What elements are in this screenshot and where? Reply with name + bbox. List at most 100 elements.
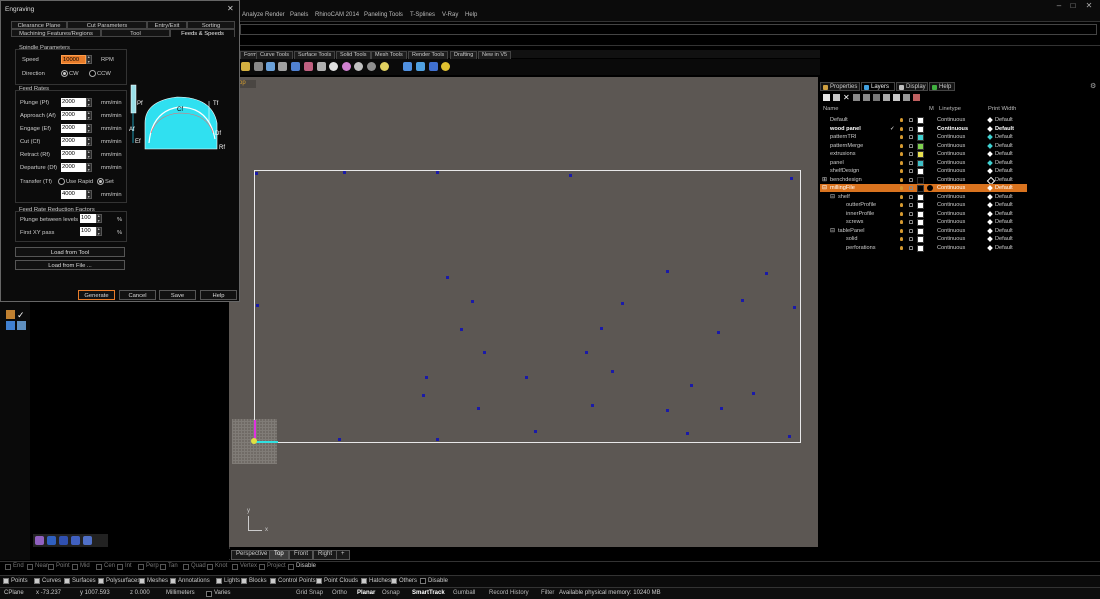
feed-spinner[interactable] — [86, 124, 92, 133]
tool-icon[interactable] — [6, 310, 15, 319]
analyze-icon[interactable] — [403, 62, 412, 71]
status-toggle[interactable]: Grid Snap — [296, 590, 323, 596]
load-from-file-button[interactable]: Load from File ... — [15, 260, 125, 270]
lock-icon[interactable] — [909, 245, 913, 250]
tab-drafting[interactable]: Drafting — [450, 51, 478, 59]
layer-row[interactable]: ⊟ tablePanel Continuous Default — [820, 227, 1027, 235]
tab-feeds-speeds[interactable]: Feeds & Speeds — [170, 29, 235, 37]
visibility-bulb-icon[interactable] — [900, 177, 903, 182]
filter-checkbox[interactable] — [241, 578, 247, 584]
layer-color-swatch[interactable] — [917, 151, 924, 158]
point[interactable] — [752, 392, 755, 395]
tool-c-icon[interactable] — [59, 536, 68, 545]
layer-linetype[interactable]: Continuous — [937, 142, 965, 150]
light-icon[interactable] — [380, 62, 389, 71]
tab-tool[interactable]: Tool — [101, 29, 170, 37]
filter-checkbox[interactable] — [270, 578, 276, 584]
status-toggle[interactable]: Gumball — [453, 590, 475, 596]
filter-checkbox[interactable] — [34, 578, 40, 584]
layer-linetype[interactable]: Continuous — [937, 218, 965, 226]
tools-icon[interactable] — [903, 94, 910, 101]
layer-row[interactable]: screws Continuous Default — [820, 218, 1027, 226]
feed-spinner[interactable] — [86, 111, 92, 120]
layer-print-width[interactable]: Default — [995, 142, 1013, 150]
layer-color-swatch[interactable] — [917, 193, 924, 201]
layer-color-swatch[interactable] — [917, 219, 924, 226]
zoom-icon[interactable] — [17, 321, 26, 330]
point[interactable] — [717, 331, 720, 334]
environment-icon[interactable] — [367, 62, 376, 71]
transfer-spinner[interactable] — [86, 190, 92, 199]
tool-e-icon[interactable] — [83, 536, 92, 545]
layer-color-swatch[interactable] — [917, 210, 924, 218]
visibility-bulb-icon[interactable] — [900, 237, 903, 241]
point[interactable] — [569, 174, 572, 177]
visibility-bulb-icon[interactable] — [900, 186, 903, 190]
point[interactable] — [788, 435, 791, 438]
point[interactable] — [793, 306, 796, 309]
point[interactable] — [471, 300, 474, 303]
feed-spinner[interactable] — [86, 150, 92, 159]
visibility-bulb-icon[interactable] — [900, 126, 903, 131]
speed-spinner[interactable] — [86, 55, 92, 64]
lock-icon[interactable] — [909, 220, 913, 224]
layer-print-width[interactable]: Default — [995, 116, 1013, 124]
lock-icon[interactable] — [909, 126, 913, 131]
point[interactable] — [686, 432, 689, 435]
set-radio[interactable] — [97, 178, 104, 185]
boolean-icon[interactable] — [304, 62, 313, 71]
layer-linetype[interactable]: Continuous — [937, 150, 965, 158]
layer-color-swatch[interactable] — [917, 134, 924, 141]
layer-row[interactable]: Default Continuous Default — [820, 116, 1027, 124]
plunge-levels-input[interactable]: 100 — [80, 214, 96, 223]
osnap-checkbox[interactable] — [288, 564, 294, 570]
layer-row[interactable]: ⊟ shelf Continuous Default — [820, 193, 1027, 201]
visibility-bulb-icon[interactable] — [900, 228, 903, 233]
point[interactable] — [446, 276, 449, 279]
point[interactable] — [611, 370, 614, 373]
lock-icon[interactable] — [909, 135, 913, 139]
command-input[interactable] — [240, 37, 1100, 46]
ccw-radio[interactable] — [89, 70, 96, 77]
layer-row[interactable]: ⊞ benchdesign Continuous Default — [820, 176, 1027, 185]
layer-color-swatch[interactable] — [917, 227, 924, 235]
layer-print-width[interactable]: Default — [995, 210, 1013, 218]
cw-radio[interactable] — [61, 70, 68, 77]
delete-layer-icon[interactable]: ✕ — [843, 93, 850, 102]
layer-color-swatch[interactable] — [917, 159, 924, 167]
move-icon[interactable] — [241, 62, 250, 71]
osnap-checkbox[interactable] — [27, 564, 33, 570]
move-up-icon[interactable] — [853, 94, 860, 101]
layer-print-width[interactable]: Default — [995, 201, 1013, 209]
menu-t-splines[interactable]: T-Splines — [410, 12, 435, 18]
use-rapid-radio[interactable] — [58, 178, 65, 185]
first-xy-spinner[interactable] — [96, 227, 102, 236]
lock-icon[interactable] — [909, 177, 913, 182]
filter-checkbox[interactable] — [64, 578, 70, 584]
point[interactable] — [666, 409, 669, 412]
col-name[interactable]: Name — [823, 106, 838, 112]
tool-a-icon[interactable] — [35, 536, 44, 545]
layer-linetype[interactable]: Continuous — [937, 184, 965, 192]
expand-icon[interactable]: ⊞ — [822, 176, 827, 184]
layer-print-width[interactable]: Default — [995, 167, 1013, 175]
layer-print-width[interactable]: Default — [995, 159, 1013, 167]
layer-linetype[interactable]: Continuous — [937, 193, 965, 201]
help-button[interactable]: Help — [200, 290, 237, 300]
lock-icon[interactable] — [909, 203, 913, 207]
layer-linetype[interactable]: Continuous — [937, 167, 965, 175]
tab-machining-features[interactable]: Machining Features/Regions — [11, 29, 101, 37]
lock-icon[interactable] — [909, 228, 913, 233]
maximize-icon[interactable]: □ — [1066, 1, 1080, 11]
feed-input[interactable]: 2000 — [61, 111, 86, 120]
osnap-checkbox[interactable] — [138, 564, 144, 570]
tab-solid-tools[interactable]: Solid Tools — [336, 51, 371, 59]
point[interactable] — [790, 177, 793, 180]
layer-color-swatch[interactable] — [917, 236, 924, 243]
osnap-checkbox[interactable] — [160, 564, 166, 570]
point[interactable] — [621, 302, 624, 305]
point[interactable] — [534, 430, 537, 433]
help-icon[interactable] — [441, 62, 450, 71]
tab-help[interactable]: Help — [929, 82, 955, 91]
layer-color-swatch[interactable] — [917, 185, 924, 192]
